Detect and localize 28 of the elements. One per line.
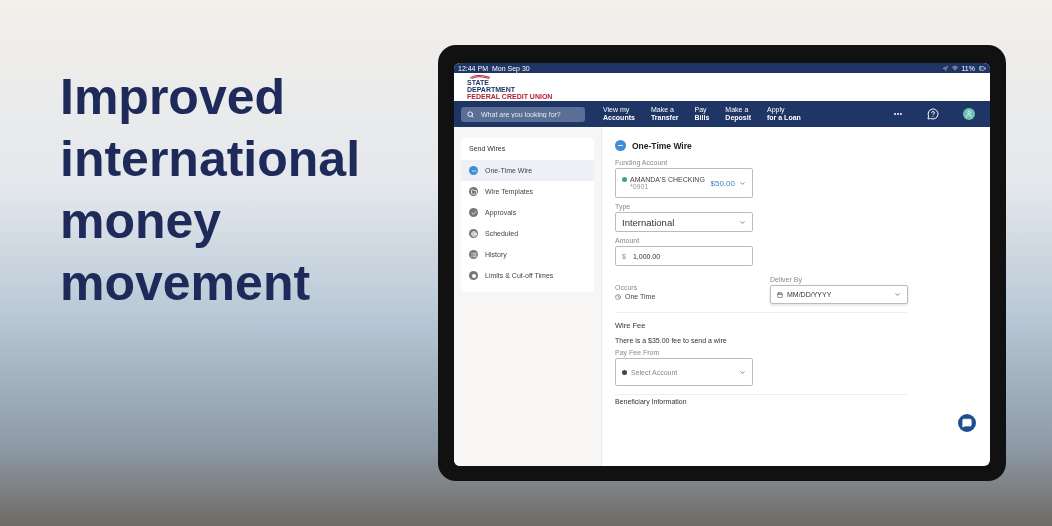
flag-wave-icon xyxy=(467,74,493,79)
headline: money xyxy=(60,192,223,251)
chevron-down-icon xyxy=(739,368,746,376)
circle-icon xyxy=(469,208,478,217)
headline: Improved xyxy=(60,68,287,127)
minus-circle-icon xyxy=(469,166,478,175)
circle-icon xyxy=(469,271,478,280)
circle-icon xyxy=(469,229,478,238)
circle-icon xyxy=(469,250,478,259)
calendar-icon xyxy=(777,291,783,298)
headline: international xyxy=(60,130,362,189)
location-icon xyxy=(942,65,948,71)
minus-circle-icon xyxy=(615,140,626,151)
type-select[interactable]: International xyxy=(615,212,753,232)
account-balance: $50.00 xyxy=(710,178,735,188)
circle-icon xyxy=(469,187,478,196)
headline: movement xyxy=(60,254,312,313)
clock-icon xyxy=(615,293,621,300)
wifi-icon xyxy=(951,65,958,71)
chevron-down-icon xyxy=(739,218,746,226)
chat-icon xyxy=(962,418,972,428)
help-icon[interactable] xyxy=(927,108,939,120)
battery-icon xyxy=(979,64,986,72)
avatar-icon[interactable] xyxy=(963,108,975,120)
chevron-down-icon xyxy=(739,179,746,187)
search-icon xyxy=(467,110,474,118)
page-title: One-Time Wire xyxy=(632,140,692,151)
chevron-down-icon xyxy=(894,291,901,298)
